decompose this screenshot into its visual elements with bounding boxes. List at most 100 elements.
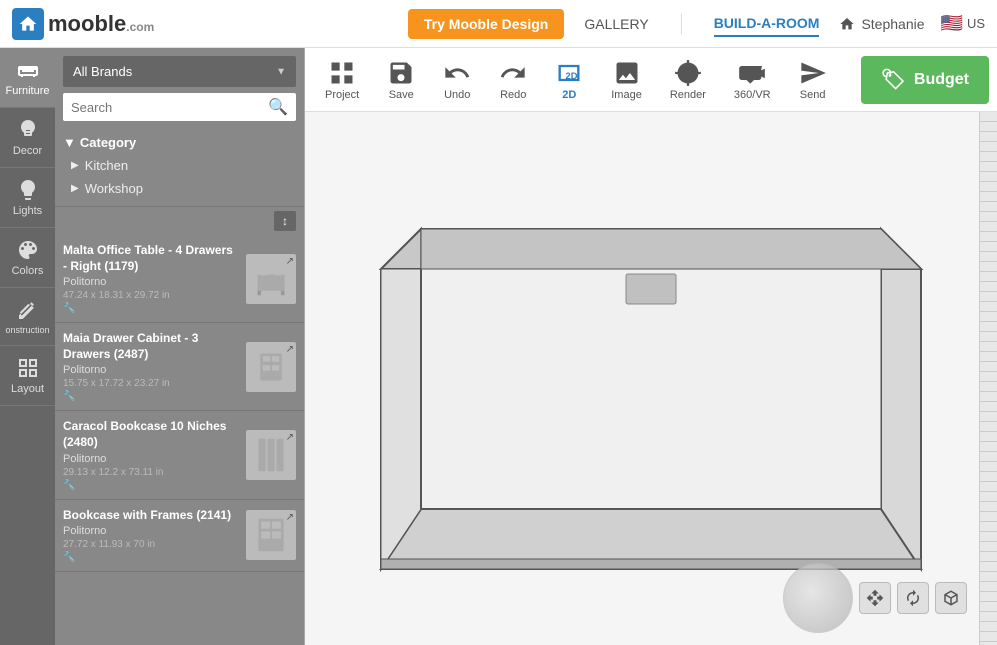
sidebar-item-colors[interactable]: Colors: [0, 228, 55, 288]
move-icon: [866, 589, 884, 607]
content-right: Project Save Undo Redo: [305, 48, 997, 645]
product-brand: Politorno: [63, 276, 238, 288]
move-button[interactable]: [859, 582, 891, 614]
360vr-button[interactable]: 360/VR: [722, 55, 783, 105]
redo-icon: [499, 59, 527, 87]
sidebar-item-furniture[interactable]: Furniture: [0, 48, 55, 108]
layout-icon: [16, 356, 40, 380]
save-button[interactable]: Save: [375, 55, 427, 105]
sidebar-item-construction[interactable]: onstruction: [0, 288, 55, 346]
colors-icon: [16, 238, 40, 262]
category-item-kitchen[interactable]: ▶ Kitchen: [63, 154, 296, 177]
product-expand-icon: ↗: [286, 432, 294, 443]
vr-icon: [738, 59, 766, 87]
room-3d-view: [341, 129, 961, 629]
product-brand: Politorno: [63, 525, 238, 537]
2d-icon: 2D: [555, 59, 583, 87]
panel-top: All Brands 🔍: [55, 48, 304, 129]
product-item[interactable]: Bookcase with Frames (2141) Politorno 27…: [55, 500, 304, 573]
top-nav: mooble.com Try Mooble Design GALLERY BUI…: [0, 0, 997, 48]
save-icon: [387, 59, 415, 87]
project-icon: [328, 59, 356, 87]
product-item[interactable]: Caracol Bookcase 10 Niches (2480) Polito…: [55, 411, 304, 499]
budget-button[interactable]: 🏷 Budget: [861, 56, 990, 104]
search-icon[interactable]: 🔍: [268, 97, 288, 117]
sort-button[interactable]: ↕: [274, 211, 296, 231]
logo-text: mooble.com: [48, 11, 154, 37]
image-button[interactable]: Image: [599, 55, 654, 105]
decor-icon: [16, 118, 40, 142]
product-thumbnail-svg: [253, 349, 289, 385]
nav-gallery[interactable]: GALLERY: [584, 12, 648, 36]
product-name: Bookcase with Frames (2141): [63, 508, 238, 524]
render-icon: [674, 59, 702, 87]
project-button[interactable]: Project: [313, 55, 371, 105]
2d-button[interactable]: 2D 2D: [543, 55, 595, 105]
sofa-icon: [16, 58, 40, 82]
send-button[interactable]: Send: [787, 55, 839, 105]
product-add-icon: 🔧: [63, 552, 238, 563]
nav-divider: [681, 14, 682, 34]
product-dims: 15.75 x 17.72 x 23.27 in: [63, 378, 238, 389]
3d-view-button[interactable]: [935, 582, 967, 614]
sidebar-item-layout[interactable]: Layout: [0, 346, 55, 406]
search-input[interactable]: [71, 100, 268, 115]
budget-tag-icon: 🏷: [881, 67, 906, 92]
sidebar-label-construction: onstruction: [5, 325, 49, 335]
brand-select[interactable]: All Brands: [63, 56, 296, 87]
redo-button[interactable]: Redo: [487, 55, 539, 105]
product-thumb: ↗: [246, 254, 296, 304]
rotate-button[interactable]: [897, 582, 929, 614]
category-item-workshop[interactable]: ▶ Workshop: [63, 177, 296, 200]
canvas-area[interactable]: [305, 112, 997, 645]
product-item[interactable]: Maia Drawer Cabinet - 3 Drawers (2487) P…: [55, 323, 304, 411]
product-add-icon: 🔧: [63, 480, 238, 491]
category-header: ▼ Category: [63, 135, 296, 150]
product-name: Malta Office Table - 4 Drawers - Right (…: [63, 243, 238, 274]
product-item[interactable]: Malta Office Table - 4 Drawers - Right (…: [55, 235, 304, 323]
sidebar-label-decor: Decor: [13, 145, 42, 157]
nav-user[interactable]: Stephanie: [839, 16, 924, 32]
product-thumbnail-svg: [253, 517, 289, 553]
svg-text:2D: 2D: [566, 70, 578, 80]
product-info: Maia Drawer Cabinet - 3 Drawers (2487) P…: [63, 331, 238, 402]
product-list: Malta Office Table - 4 Drawers - Right (…: [55, 235, 304, 645]
image-label: Image: [611, 89, 642, 101]
product-expand-icon: ↗: [286, 344, 294, 355]
360vr-label: 360/VR: [734, 89, 771, 101]
compass-sphere[interactable]: [783, 563, 853, 633]
undo-icon: [443, 59, 471, 87]
flag-icon: 🇺🇸: [941, 13, 963, 34]
nav-flag-us[interactable]: 🇺🇸 US: [941, 13, 985, 34]
sidebar-label-layout: Layout: [11, 383, 44, 395]
product-name: Maia Drawer Cabinet - 3 Drawers (2487): [63, 331, 238, 362]
sidebar-label-furniture: Furniture: [5, 85, 49, 97]
product-info: Caracol Bookcase 10 Niches (2480) Polito…: [63, 419, 238, 490]
product-name: Caracol Bookcase 10 Niches (2480): [63, 419, 238, 450]
main-area: Furniture Decor Lights Colors: [0, 48, 997, 645]
undo-button[interactable]: Undo: [431, 55, 483, 105]
product-brand: Politorno: [63, 453, 238, 465]
logo: mooble.com: [12, 8, 154, 40]
render-label: Render: [670, 89, 706, 101]
sidebar-label-colors: Colors: [12, 265, 44, 277]
search-box: 🔍: [63, 93, 296, 121]
budget-label: Budget: [914, 71, 969, 89]
sidebar-icons: Furniture Decor Lights Colors: [0, 48, 55, 645]
product-thumb: ↗: [246, 342, 296, 392]
product-thumb: ↗: [246, 510, 296, 560]
send-label: Send: [800, 89, 826, 101]
category-section: ▼ Category ▶ Kitchen ▶ Workshop: [55, 129, 304, 206]
category-chevron-icon: ▼: [63, 135, 76, 150]
image-icon: [613, 59, 641, 87]
render-button[interactable]: Render: [658, 55, 718, 105]
construction-icon: [16, 298, 40, 322]
product-dims: 27.72 x 11.93 x 70 in: [63, 539, 238, 550]
try-mooble-button[interactable]: Try Mooble Design: [408, 9, 564, 39]
2d-label: 2D: [562, 89, 576, 101]
category-label: Category: [80, 135, 136, 150]
sidebar-item-decor[interactable]: Decor: [0, 108, 55, 168]
sidebar-item-lights[interactable]: Lights: [0, 168, 55, 228]
nav-build-a-room[interactable]: BUILD-A-ROOM: [714, 11, 820, 37]
product-dims: 29.13 x 12.2 x 73.11 in: [63, 467, 238, 478]
